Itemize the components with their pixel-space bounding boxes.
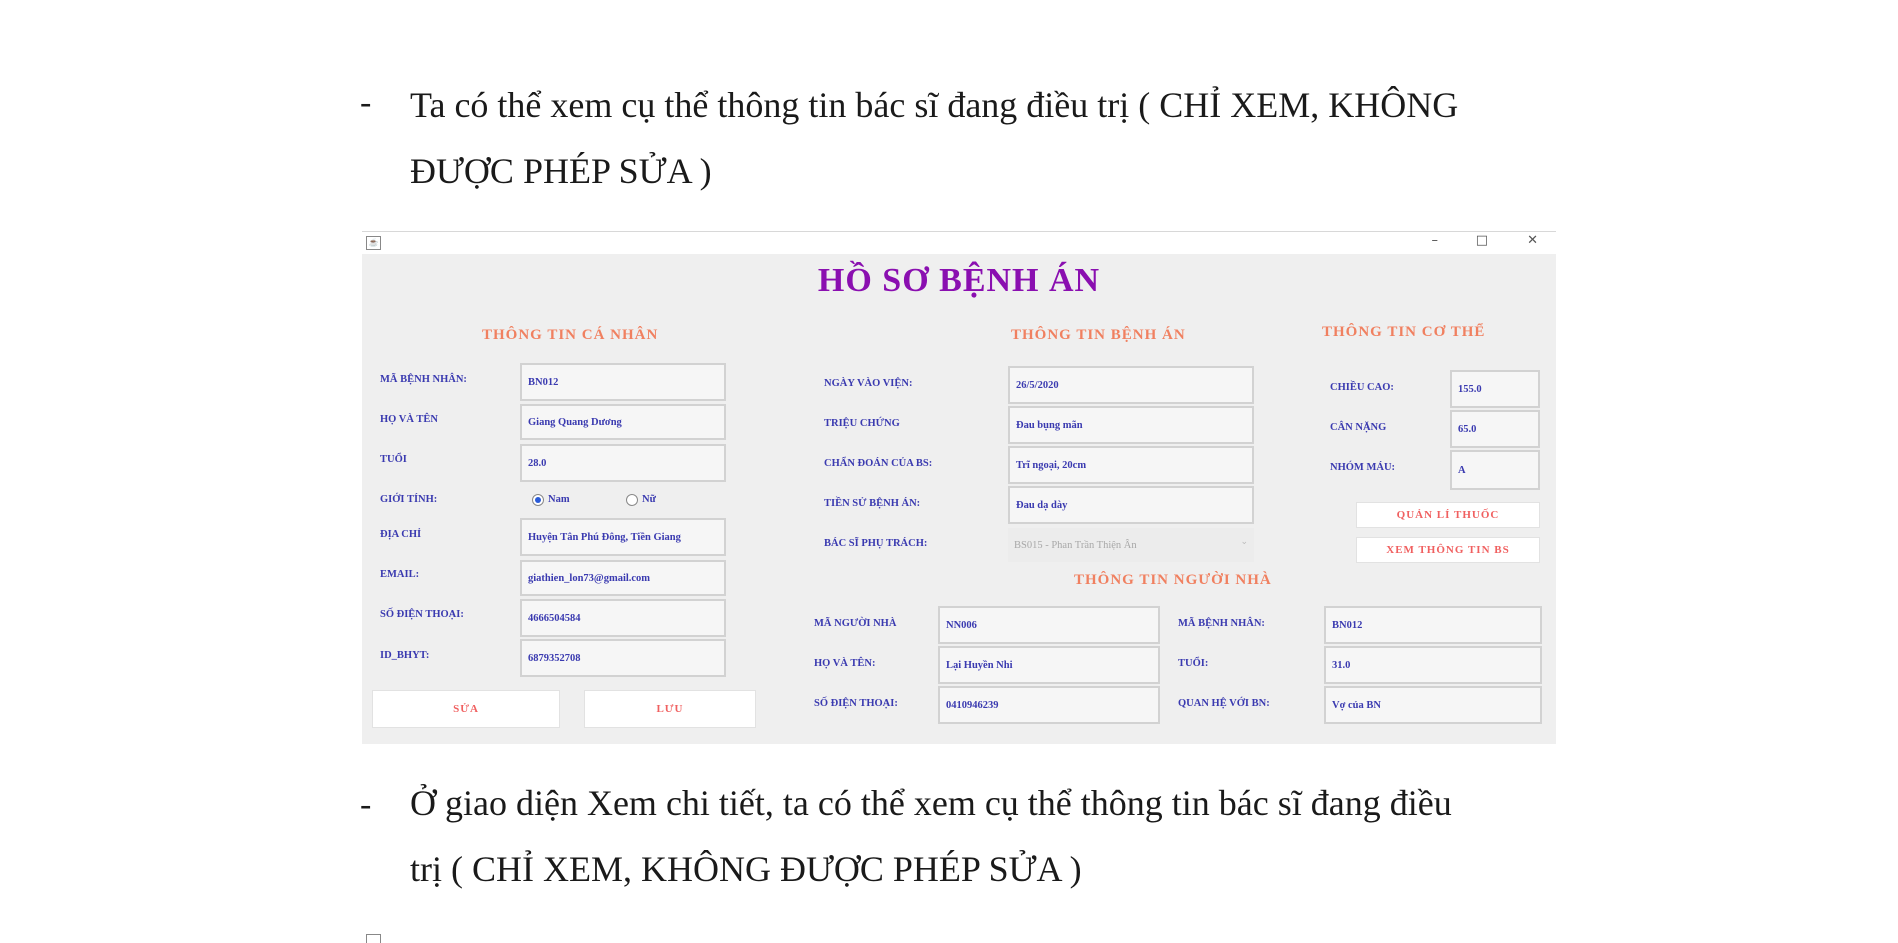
admission-date-field[interactable]: 26/5/2020 [1008,366,1254,404]
medical-history-field[interactable]: Đau dạ dày [1008,486,1254,524]
relative-phone-label: SỐ ĐIỆN THOẠI: [814,698,898,709]
relative-age-field[interactable]: 31.0 [1324,646,1542,684]
full-name-field[interactable]: Giang Quang Dương [520,404,726,440]
paragraph-1-line-1: Ta có thể xem cụ thể thông tin bác sĩ đa… [410,85,1459,125]
paragraph-1: Ta có thể xem cụ thể thông tin bác sĩ đa… [410,72,1530,204]
paragraph-2-line-2: trị ( CHỈ XEM, KHÔNG ĐƯỢC PHÉP SỬA ) [410,849,1082,889]
doctor-label: BÁC SĨ PHỤ TRÁCH: [824,538,928,549]
relative-age-label: TUỔI: [1178,658,1209,669]
symptoms-label: TRIỆU CHỨNG [824,418,900,429]
edit-button[interactable]: SỬA [372,690,560,728]
relative-id-label: MÃ NGƯỜI NHÀ [814,618,897,629]
doctor-select[interactable]: BS015 - Phan Trần Thiện Ân ⌄ [1008,528,1254,562]
blood-type-field[interactable]: A [1450,450,1540,490]
address-label: ĐỊA CHỈ [380,529,422,540]
patient-id-field[interactable]: BN012 [520,363,726,401]
paragraph-2-line-1: Ở giao diện Xem chi tiết, ta có thể xem … [410,783,1452,823]
weight-field[interactable]: 65.0 [1450,410,1540,448]
chevron-down-icon: ⌄ [1240,536,1248,546]
bullet-1: - [360,84,372,121]
save-button[interactable]: LƯU [584,690,756,728]
diagnosis-field[interactable]: Trĩ ngoại, 20cm [1008,446,1254,484]
symptoms-field[interactable]: Đau bụng mãn [1008,406,1254,444]
body-info-heading: THÔNG TIN CƠ THỂ [1322,324,1486,340]
personal-info-heading: THÔNG TIN CÁ NHÂN [482,327,659,343]
medical-history-label: TIỀN SỬ BỆNH ÁN: [824,498,921,509]
close-button[interactable]: ✕ [1527,233,1538,248]
weight-label: CÂN NẶNG [1330,422,1387,433]
email-field[interactable]: giathien_lon73@gmail.com [520,560,726,596]
phone-label: SỐ ĐIỆN THOẠI: [380,609,464,620]
relative-name-label: HỌ VÀ TÊN: [814,658,876,669]
medical-info-heading: THÔNG TIN BỆNH ÁN [1011,327,1186,343]
next-window-edge [362,932,1556,943]
relative-phone-field[interactable]: 0410946239 [938,686,1160,724]
full-name-label: HỌ VÀ TÊN [380,414,438,425]
relative-patient-id-field[interactable]: BN012 [1324,606,1542,644]
medical-record-window: ☕ – □ ✕ HỒ SƠ BỆNH ÁN THÔNG TIN CÁ NHÂN … [362,231,1556,744]
paragraph-2: Ở giao diện Xem chi tiết, ta có thể xem … [410,770,1530,902]
window-titlebar: ☕ – □ ✕ [362,232,1556,254]
gender-male-radio[interactable] [532,494,544,506]
insurance-id-field[interactable]: 6879352708 [520,639,726,677]
relative-patient-id-label: MÃ BỆNH NHÂN: [1178,618,1265,629]
paragraph-1-line-2: ĐƯỢC PHÉP SỬA ) [410,151,712,191]
diagnosis-label: CHẨN ĐOÁN CỦA BS: [824,458,933,469]
maximize-button[interactable]: □ [1476,233,1488,248]
gender-male-label: Nam [548,494,570,505]
insurance-id-label: ID_BHYT: [380,650,430,661]
relative-name-field[interactable]: Lại Huyền Nhi [938,646,1160,684]
window-title: HỒ SƠ BỆNH ÁN [817,262,1101,299]
gender-label: GIỚI TÍNH: [380,494,438,505]
doctor-select-value: BS015 - Phan Trần Thiện Ân [1014,539,1137,551]
next-window-app-icon [366,934,381,943]
view-doctor-info-button[interactable]: XEM THÔNG TIN BS [1356,537,1540,563]
gender-female-label: Nữ [642,494,656,505]
admission-date-label: NGÀY VÀO VIỆN: [824,378,913,389]
blood-type-label: NHÓM MÁU: [1330,462,1396,473]
email-label: EMAIL: [380,569,420,580]
age-label: TUỔI [380,454,407,465]
patient-id-label: MÃ BỆNH NHÂN: [380,374,467,385]
relationship-label: QUAN HỆ VỚI BN: [1178,698,1270,709]
age-field[interactable]: 28.0 [520,444,726,482]
minimize-button[interactable]: – [1432,233,1439,248]
phone-field[interactable]: 4666504584 [520,599,726,637]
gender-female-radio[interactable] [626,494,638,506]
height-label: CHIỀU CAO: [1330,382,1394,393]
address-field[interactable]: Huyện Tân Phú Đông, Tiền Giang [520,518,726,556]
relative-info-heading: THÔNG TIN NGƯỜI NHÀ [1074,572,1272,588]
manage-medicine-button[interactable]: QUẢN LÍ THUỐC [1356,502,1540,528]
java-app-icon: ☕ [366,236,381,250]
bullet-2: - [360,786,372,823]
relationship-field[interactable]: Vợ của BN [1324,686,1542,724]
relative-id-field[interactable]: NN006 [938,606,1160,644]
height-field[interactable]: 155.0 [1450,370,1540,408]
